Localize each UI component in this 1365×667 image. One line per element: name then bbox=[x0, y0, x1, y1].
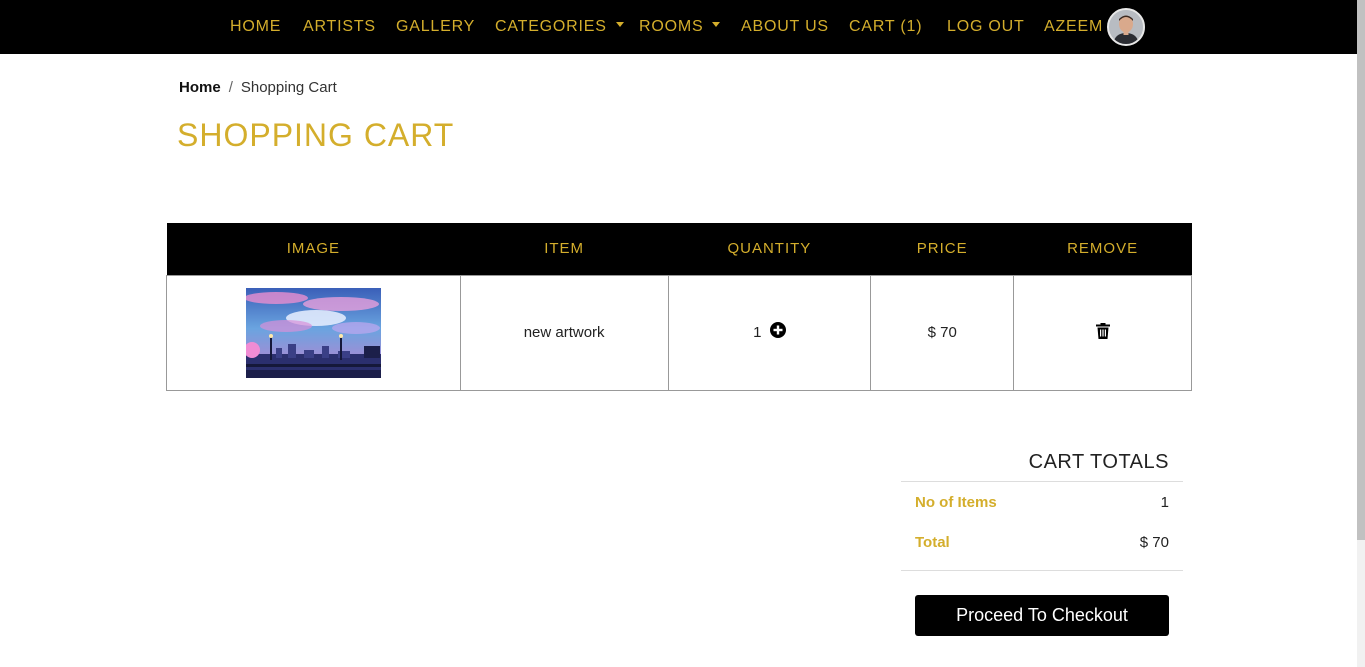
breadcrumb-current: Shopping Cart bbox=[240, 79, 337, 96]
caret-down-icon bbox=[615, 22, 624, 28]
header-image: IMAGE bbox=[166, 223, 461, 275]
nav-rooms-label: ROOMS bbox=[639, 18, 704, 35]
user-avatar[interactable] bbox=[1107, 8, 1145, 46]
totals-total-value: $ 70 bbox=[1139, 533, 1169, 551]
nav-categories-dropdown[interactable]: CATEGORIES bbox=[495, 17, 624, 37]
nav-logout-link[interactable]: LOG OUT bbox=[947, 17, 1025, 37]
header-item: ITEM bbox=[460, 223, 668, 275]
totals-items-value: 1 bbox=[1160, 493, 1169, 511]
top-navbar: HOME ARTISTS GALLERY CATEGORIES ROOMS AB… bbox=[0, 0, 1357, 54]
nav-user-link[interactable]: AZEEM bbox=[1044, 17, 1103, 37]
header-quantity: QUANTITY bbox=[668, 223, 871, 275]
nav-artists-link[interactable]: ARTISTS bbox=[303, 17, 376, 37]
breadcrumb: Home / Shopping Cart bbox=[179, 79, 337, 97]
nav-cart-link[interactable]: CART (1) bbox=[849, 17, 922, 37]
cart-totals-panel: CART TOTALS No of Items 1 Total $ 70 Pro… bbox=[901, 448, 1183, 636]
page-title: SHOPPING CART bbox=[177, 117, 455, 153]
trash-icon[interactable] bbox=[1095, 323, 1110, 340]
totals-items-row: No of Items 1 bbox=[901, 482, 1183, 522]
nav-about-link[interactable]: ABOUT US bbox=[741, 17, 829, 37]
header-remove: REMOVE bbox=[1013, 223, 1192, 275]
artwork-thumbnail[interactable] bbox=[245, 287, 381, 378]
cart-item-quantity-cell: 1 bbox=[667, 274, 872, 391]
plus-circle-icon[interactable] bbox=[769, 322, 786, 339]
cart-table: IMAGE ITEM QUANTITY PRICE REMOVE new art… bbox=[166, 223, 1192, 391]
scrollbar-thumb[interactable] bbox=[1357, 0, 1365, 540]
cart-totals-title: CART TOTALS bbox=[901, 448, 1183, 482]
cart-item-image-cell bbox=[166, 274, 461, 391]
nav-home-link[interactable]: HOME bbox=[230, 17, 281, 37]
caret-down-icon bbox=[712, 22, 721, 28]
header-price: PRICE bbox=[870, 223, 1014, 275]
cart-table-header-row: IMAGE ITEM QUANTITY PRICE REMOVE bbox=[166, 223, 1192, 275]
cart-item-row: new artwork 1 $ 70 bbox=[166, 274, 1192, 391]
nav-gallery-link[interactable]: GALLERY bbox=[396, 17, 475, 37]
cart-item-quantity: 1 bbox=[753, 323, 762, 341]
totals-divider bbox=[901, 570, 1183, 571]
proceed-to-checkout-button[interactable]: Proceed To Checkout bbox=[915, 595, 1169, 636]
cart-item-name: new artwork bbox=[459, 274, 669, 391]
totals-total-row: Total $ 70 bbox=[901, 522, 1183, 562]
nav-rooms-dropdown[interactable]: ROOMS bbox=[639, 17, 721, 37]
cart-item-remove-cell bbox=[1013, 274, 1192, 391]
cart-item-price: $ 70 bbox=[870, 274, 1015, 391]
breadcrumb-separator: / bbox=[228, 79, 233, 96]
page-scrollbar[interactable] bbox=[1357, 0, 1365, 667]
totals-items-label: No of Items bbox=[915, 493, 997, 511]
totals-total-label: Total bbox=[915, 533, 950, 551]
breadcrumb-home-link[interactable]: Home bbox=[179, 79, 221, 96]
avatar-image bbox=[1109, 10, 1143, 44]
nav-categories-label: CATEGORIES bbox=[495, 18, 607, 35]
